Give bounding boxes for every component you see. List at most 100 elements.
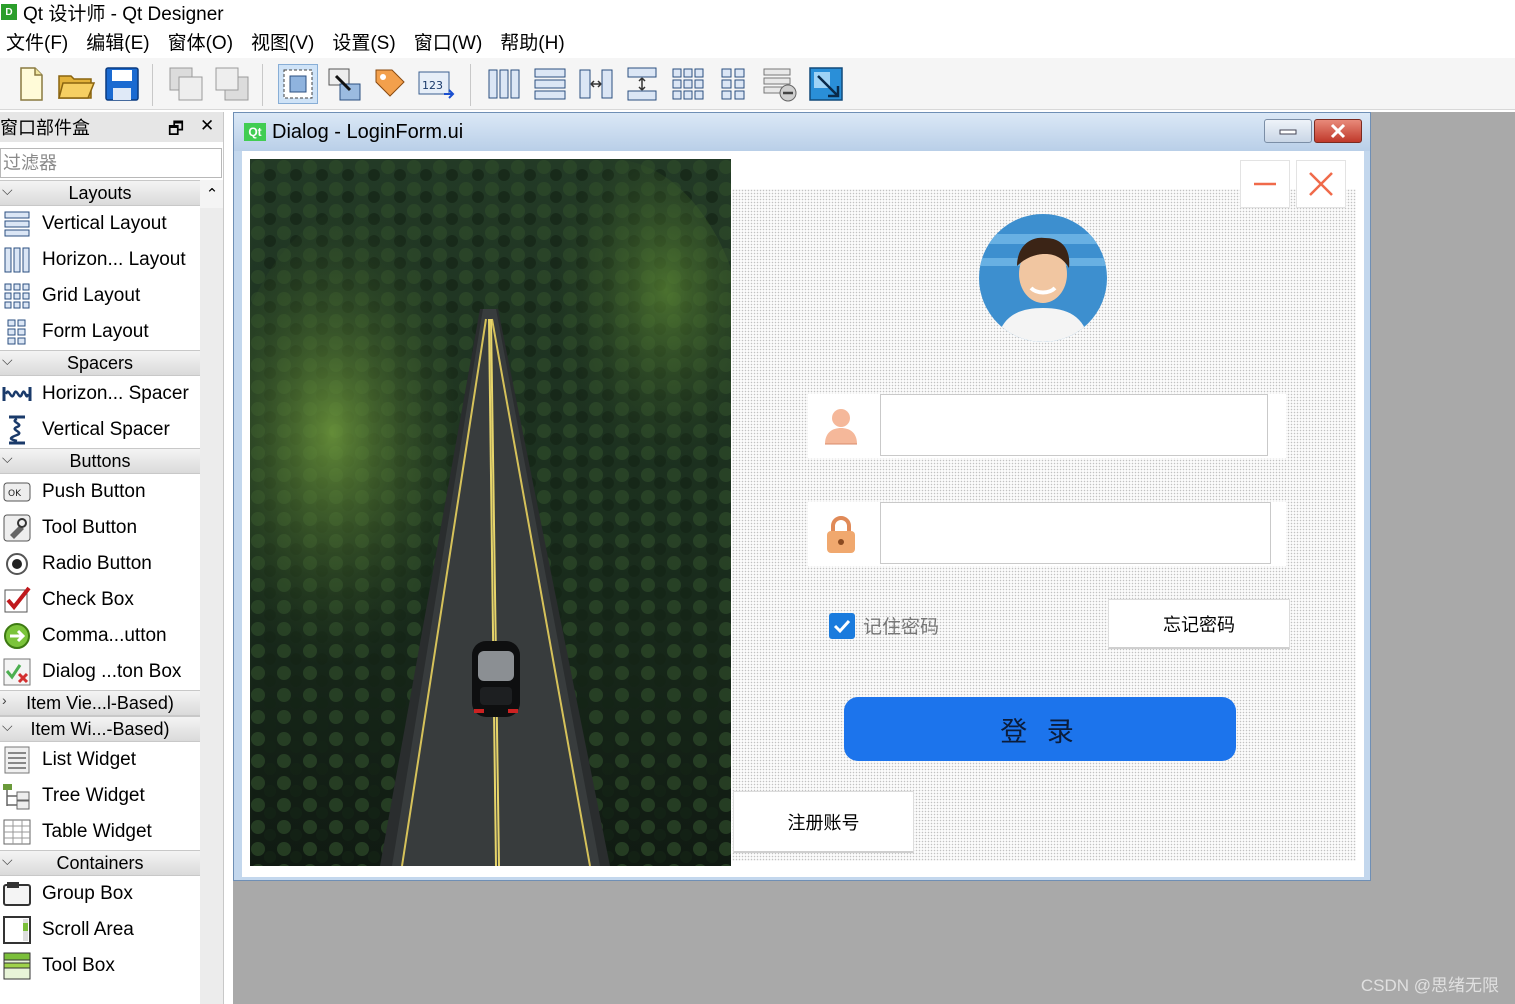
widget-item-label: Table Widget xyxy=(42,821,152,842)
widget-list-scrollbar[interactable]: ⌃ xyxy=(200,180,223,1004)
adjust-size-icon[interactable] xyxy=(806,64,846,104)
horizontal-spacer-icon xyxy=(2,379,32,409)
lock-icon xyxy=(820,512,862,556)
layout-horizontal-icon[interactable] xyxy=(484,64,524,104)
widget-box-title: 窗口部件盒 xyxy=(0,118,90,138)
chevron-down-icon[interactable]: ⌵ xyxy=(2,852,13,869)
username-input[interactable] xyxy=(880,394,1268,456)
qt-logo-icon: Qt xyxy=(244,123,266,141)
widget-category-3[interactable]: › Item Vie...l-Based) xyxy=(0,690,200,716)
layout-vertical-icon[interactable] xyxy=(530,64,570,104)
widget-filter-input[interactable] xyxy=(0,148,222,178)
edit-signals-slots-icon[interactable] xyxy=(324,64,364,104)
forget-password-button[interactable]: 忘记密码 xyxy=(1108,599,1290,649)
menu-item-6[interactable]: 帮助(H) xyxy=(500,28,564,55)
widget-item[interactable]: Check Box xyxy=(0,582,200,618)
table-widget-icon xyxy=(2,817,32,847)
widget-item[interactable]: Tree Widget xyxy=(0,778,200,814)
widget-item[interactable]: List Widget xyxy=(0,742,200,778)
edit-tab-order-icon[interactable]: 123 xyxy=(416,64,456,104)
scroll-area-icon xyxy=(2,915,32,945)
widget-item[interactable]: Vertical Layout xyxy=(0,206,200,242)
widget-item[interactable]: Horizon... Spacer xyxy=(0,376,200,412)
chevron-down-icon[interactable]: ⌵ xyxy=(2,718,13,735)
layout-horizontal-splitter-icon[interactable] xyxy=(576,64,616,104)
vertical-layout-icon xyxy=(2,209,32,239)
chevron-down-icon[interactable]: ⌵ xyxy=(2,182,13,199)
widget-category-label: Item Vie...l-Based) xyxy=(26,692,174,713)
app-title: Qt 设计师 - Qt Designer xyxy=(23,3,224,25)
chevron-down-icon[interactable]: ⌵ xyxy=(2,352,13,369)
widget-item-label: Horizon... Layout xyxy=(42,249,186,270)
menu-item-0[interactable]: 文件(F) xyxy=(6,28,68,55)
menu-item-5[interactable]: 窗口(W) xyxy=(414,28,483,55)
scroll-up-arrow-icon[interactable]: ⌃ xyxy=(200,180,223,208)
menu-item-3[interactable]: 视图(V) xyxy=(251,28,314,55)
open-folder-icon[interactable] xyxy=(56,64,96,104)
widget-item[interactable]: Tool Box xyxy=(0,948,200,984)
widget-category-5[interactable]: ⌵ Containers xyxy=(0,850,200,876)
widget-item[interactable]: Comma...utton xyxy=(0,618,200,654)
widget-item[interactable]: OK Push Button xyxy=(0,474,200,510)
float-panel-icon[interactable]: 🗗 xyxy=(168,116,184,145)
new-file-icon[interactable] xyxy=(10,64,50,104)
edit-buddies-icon[interactable] xyxy=(370,64,410,104)
widget-category-label: Containers xyxy=(56,852,144,873)
window-close-button[interactable] xyxy=(1314,119,1362,143)
menu-item-2[interactable]: 窗体(O) xyxy=(168,28,233,55)
user-avatar xyxy=(979,214,1107,342)
menu-item-4[interactable]: 设置(S) xyxy=(332,28,395,55)
remember-password-checkbox[interactable]: 记住密码 xyxy=(829,612,939,639)
widget-item-label: Push Button xyxy=(42,481,146,502)
close-icon[interactable]: ✕ xyxy=(200,116,214,136)
widget-category-label: Spacers xyxy=(66,352,134,373)
widget-item[interactable]: Vertical Spacer xyxy=(0,412,200,448)
widget-item[interactable]: Radio Button xyxy=(0,546,200,582)
checkbox-checked-icon[interactable] xyxy=(829,612,855,639)
widget-category-4[interactable]: ⌵ Item Wi...-Based) xyxy=(0,716,200,742)
check-box-icon xyxy=(2,585,32,615)
widget-item-label: Tool Box xyxy=(42,955,115,976)
widget-item[interactable]: Form Layout xyxy=(0,314,200,350)
widget-item-label: Form Layout xyxy=(42,321,149,342)
widget-item[interactable]: Scroll Area xyxy=(0,912,200,948)
tool-box-icon xyxy=(2,951,32,981)
widget-item-label: Dialog ...ton Box xyxy=(42,661,182,682)
bring-to-front-icon[interactable] xyxy=(212,64,252,104)
widget-category-2[interactable]: ⌵ Buttons xyxy=(0,448,200,474)
form-editor-window: Qt Dialog - LoginForm.ui 记住密码 忘记密码 登 录 注… xyxy=(233,112,1371,881)
layout-grid-icon[interactable] xyxy=(668,64,708,104)
widget-item-label: Tool Button xyxy=(42,517,138,538)
menu-item-1[interactable]: 编辑(E) xyxy=(86,28,149,55)
layout-vertical-splitter-icon[interactable] xyxy=(622,64,662,104)
widget-item[interactable]: Grid Layout xyxy=(0,278,200,314)
layout-form-icon[interactable] xyxy=(714,64,754,104)
chevron-down-icon[interactable]: ⌵ xyxy=(2,450,13,467)
widget-category-0[interactable]: ⌵ Layouts xyxy=(0,180,200,206)
widget-category-1[interactable]: ⌵ Spacers xyxy=(0,350,200,376)
close-form-icon[interactable] xyxy=(1296,160,1346,208)
send-to-back-icon[interactable] xyxy=(166,64,206,104)
widget-item[interactable]: Dialog ...ton Box xyxy=(0,654,200,690)
window-minimize-button[interactable] xyxy=(1264,119,1312,143)
widget-item-label: Scroll Area xyxy=(42,919,134,940)
form-window-titlebar[interactable]: Qt Dialog - LoginForm.ui xyxy=(234,113,1370,151)
chevron-right-icon[interactable]: › xyxy=(2,692,7,708)
menu-bar: 文件(F) 编辑(E) 窗体(O) 视图(V) 设置(S) 窗口(W) 帮助(H) xyxy=(0,24,1515,58)
password-input[interactable] xyxy=(880,502,1271,564)
edit-widgets-icon[interactable] xyxy=(278,64,318,104)
widget-item[interactable]: Tool Button xyxy=(0,510,200,546)
svg-text:123: 123 xyxy=(422,79,443,92)
tree-widget-icon xyxy=(2,781,32,811)
minimize-icon[interactable] xyxy=(1240,160,1290,208)
break-layout-icon[interactable] xyxy=(760,64,800,104)
widget-item[interactable]: Group Box xyxy=(0,876,200,912)
save-icon[interactable] xyxy=(102,64,142,104)
widget-item[interactable]: Horizon... Layout xyxy=(0,242,200,278)
register-button[interactable]: 注册账号 xyxy=(733,791,914,853)
login-button[interactable]: 登 录 xyxy=(844,697,1236,761)
widget-category-label: Layouts xyxy=(68,182,132,203)
dialog-button-box-icon xyxy=(2,657,32,687)
widget-item[interactable]: Table Widget xyxy=(0,814,200,850)
widget-category-label: Buttons xyxy=(69,450,131,471)
